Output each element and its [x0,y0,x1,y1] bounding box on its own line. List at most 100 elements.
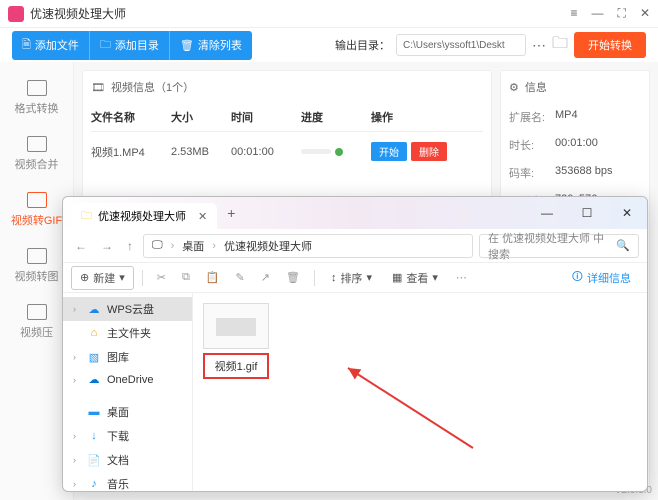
tab-close-button[interactable]: ✕ [198,210,207,223]
info-ext: 扩展名:MP4 [509,103,641,131]
sidebar-item-merge[interactable]: 视频合并 [0,126,73,182]
status-dot-icon [335,148,343,156]
explorer-side-item[interactable]: ›♪音乐 [63,472,192,491]
copy-button[interactable]: ⧉ [176,271,196,284]
col-name: 文件名称 [91,109,171,125]
location-icon: ☁ [87,373,101,386]
open-folder-button[interactable]: 🗀 [552,32,568,59]
file-name: 视频1.gif [203,353,269,379]
breadcrumb[interactable]: 🖵› 桌面› 优速视频处理大师 [143,234,473,258]
location-label: WPS云盘 [107,301,154,317]
close-button[interactable]: ✕ [607,197,647,229]
delete-button[interactable]: 🗑 [280,271,306,284]
plus-icon: ⊕ [80,271,89,284]
share-button[interactable]: ↗ [255,271,276,284]
search-input[interactable]: 在 优速视频处理大师 中搜索🔍 [479,234,639,258]
film-icon: 🎞 [91,81,105,94]
location-icon: ▬ [87,406,101,418]
cut-button[interactable]: ✂ [151,271,172,284]
rename-button[interactable]: ✎ [230,271,251,284]
trash-icon: 🗑 [180,39,194,52]
close-button[interactable]: ✕ [640,6,650,21]
location-label: 桌面 [107,404,129,420]
col-progress: 进度 [301,109,371,125]
up-button[interactable]: ↑ [123,239,137,253]
sidebar-item-format[interactable]: 格式转换 [0,70,73,126]
cell-size: 2.53MB [171,146,231,158]
output-path-field[interactable]: C:\Users\yssoft1\Deskt [396,34,526,56]
location-label: 文档 [107,452,129,468]
chevron-icon: › [73,479,81,489]
maximize-button[interactable]: ⛶ [618,6,626,21]
location-label: 主文件夹 [107,325,151,341]
forward-button[interactable]: → [97,239,117,253]
explorer-sidebar: ›☁WPS云盘⌂主文件夹›▧图库›☁OneDrive▬桌面›↓下载›📄文档›♪音… [63,293,193,491]
table-row[interactable]: 视频1.MP4 2.53MB 00:01:00 开始 删除 [91,132,483,171]
chevron-icon: › [73,431,81,441]
menu-icon[interactable]: ≡ [571,6,578,21]
view-icon: ▦ [392,271,402,284]
folder-icon: 🗀 [81,207,92,226]
window-controls: ≡ — ⛶ ✕ [571,6,650,21]
minimize-button[interactable]: — [527,197,567,229]
explorer-side-item[interactable]: ▬ 桌面 [63,400,192,424]
chevron-icon: › [73,352,81,362]
info-header: ⚙信息 [509,79,641,103]
add-file-button[interactable]: 🗎添加文件 [12,31,90,60]
explorer-tab[interactable]: 🗀 优速视频处理大师 ✕ [71,203,217,229]
details-button[interactable]: 🛈详细信息 [564,265,639,290]
paste-button[interactable]: 📋 [200,271,226,284]
app-logo-icon [8,6,24,22]
search-icon: 🔍 [616,239,630,252]
add-folder-button[interactable]: 🗀添加目录 [90,31,170,60]
start-convert-button[interactable]: 开始转换 [574,32,646,58]
explorer-body: ›☁WPS云盘⌂主文件夹›▧图库›☁OneDrive▬桌面›↓下载›📄文档›♪音… [63,293,647,491]
location-label: OneDrive [107,374,153,386]
minimize-button[interactable]: — [592,6,604,21]
titlebar: 优速视频处理大师 ≡ — ⛶ ✕ [0,0,658,28]
compress-icon [27,304,47,320]
info-icon: 🛈 [572,268,583,287]
explorer-side-item[interactable]: ⌂主文件夹 [63,321,192,345]
explorer-content[interactable]: 视频1.gif [193,293,647,491]
merge-icon [27,136,47,152]
clear-list-button[interactable]: 🗑清除列表 [170,31,252,60]
file-thumbnail-icon [203,303,269,349]
chevron-down-icon: ▾ [366,271,372,284]
file-item[interactable]: 视频1.gif [203,303,269,379]
maximize-button[interactable]: ☐ [567,197,607,229]
explorer-window: 🗀 优速视频处理大师 ✕ + — ☐ ✕ ← → ↑ 🖵› 桌面› 优速视频处理… [62,196,648,492]
location-label: 图库 [107,349,129,365]
sort-button[interactable]: ↕排序▾ [323,267,380,289]
explorer-nav: ← → ↑ 🖵› 桌面› 优速视频处理大师 在 优速视频处理大师 中搜索🔍 [63,229,647,263]
more-button[interactable]: ⋯ [450,271,473,284]
crumb-folder[interactable]: 优速视频处理大师 [224,238,312,254]
sort-icon: ↕ [331,272,337,284]
explorer-side-item[interactable]: ›📄文档 [63,448,192,472]
explorer-side-item[interactable]: ›▧图库 [63,345,192,369]
row-start-button[interactable]: 开始 [371,142,407,161]
explorer-side-item[interactable]: ›↓下载 [63,424,192,448]
chevron-icon: › [73,455,81,465]
browse-button[interactable]: ⋯ [532,37,546,54]
gif-icon [27,192,47,208]
explorer-titlebar: 🗀 优速视频处理大师 ✕ + — ☐ ✕ [63,197,647,229]
new-button[interactable]: ⊕新建▾ [71,266,134,290]
new-tab-button[interactable]: + [227,205,235,221]
view-button[interactable]: ▦查看▾ [384,267,446,289]
tab-title: 优速视频处理大师 [98,208,186,224]
location-icon: ☁ [87,303,101,316]
file-icon: 🗎 [22,36,31,55]
explorer-window-controls: — ☐ ✕ [527,197,647,229]
location-icon: ↓ [87,430,101,442]
back-button[interactable]: ← [71,239,91,253]
toolbar-button-group: 🗎添加文件 🗀添加目录 🗑清除列表 [12,31,252,60]
cell-time: 00:01:00 [231,146,301,158]
row-delete-button[interactable]: 删除 [411,142,447,161]
crumb-desktop[interactable]: 桌面 [182,238,204,254]
col-time: 时间 [231,109,301,125]
explorer-side-item[interactable]: › ☁ OneDrive [63,369,192,390]
chevron-icon: › [73,375,81,385]
location-icon: ♪ [87,478,101,490]
explorer-side-item[interactable]: ›☁WPS云盘 [63,297,192,321]
